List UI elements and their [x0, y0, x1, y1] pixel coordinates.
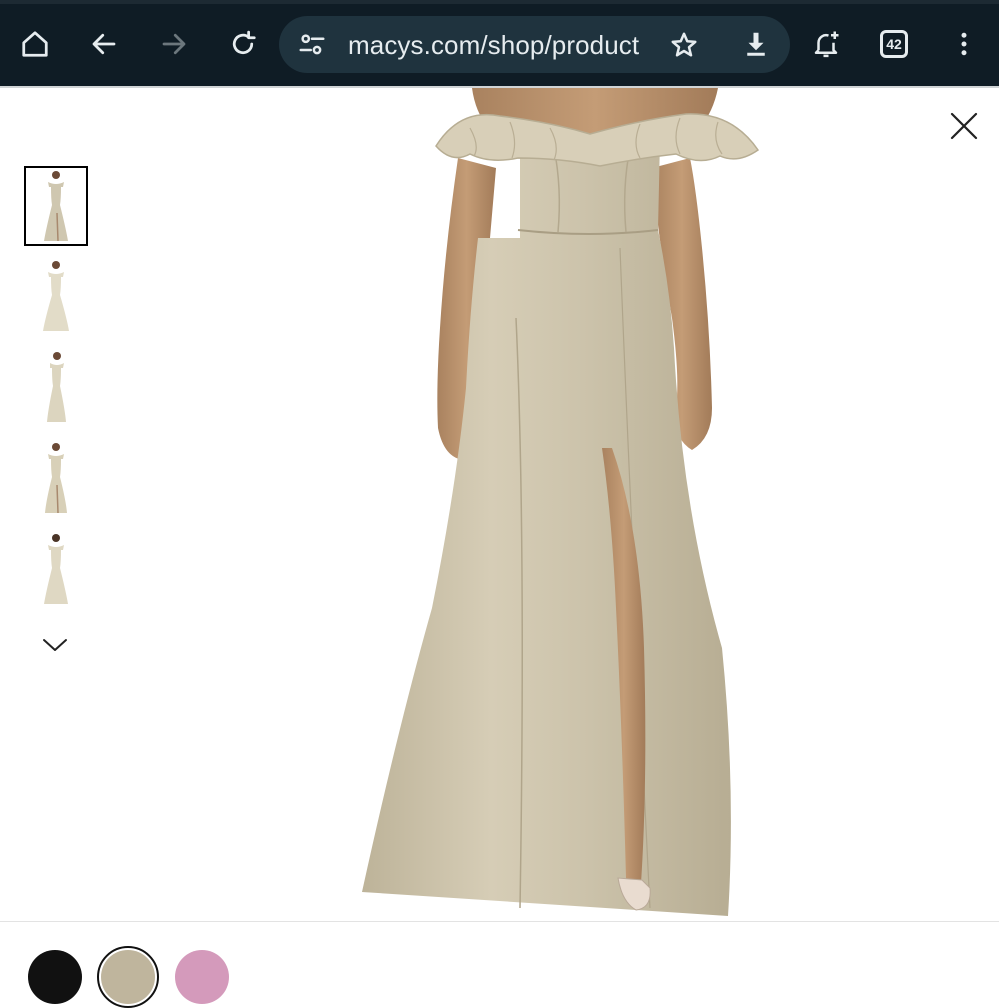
- swatch-black[interactable]: [28, 950, 82, 1004]
- thumbnail-1[interactable]: [24, 166, 88, 246]
- swatch-pink[interactable]: [175, 950, 229, 1004]
- dress-thumbnail-image: [44, 171, 68, 242]
- browser-toolbar: macys.com/shop/product 42: [0, 0, 999, 86]
- swatch-champagne[interactable]: [101, 950, 155, 1004]
- home-icon: [22, 31, 48, 57]
- dress-thumbnail-image: [45, 443, 67, 514]
- dress-thumbnail-image: [47, 352, 66, 422]
- notification-add-icon: [814, 31, 839, 58]
- download-button[interactable]: [734, 22, 778, 66]
- thumbnail-3[interactable]: [24, 347, 88, 427]
- product-image-viewer: [0, 88, 999, 922]
- close-icon[interactable]: [944, 106, 984, 146]
- thumbnail-5[interactable]: [24, 529, 88, 609]
- back-button[interactable]: [82, 22, 126, 66]
- notification-add-button[interactable]: [804, 22, 848, 66]
- dress-thumbnail-image: [43, 261, 69, 331]
- overflow-menu-button[interactable]: [942, 22, 986, 66]
- site-settings-icon[interactable]: [297, 30, 327, 60]
- address-bar[interactable]: macys.com/shop/product: [279, 16, 790, 73]
- color-swatch-row: [0, 922, 999, 1008]
- thumbnail-4[interactable]: [24, 438, 88, 518]
- forward-icon: [162, 33, 186, 55]
- product-main-image: [362, 88, 760, 916]
- tab-count-icon[interactable]: 42: [880, 30, 908, 58]
- forward-button[interactable]: [152, 22, 196, 66]
- thumbnail-2[interactable]: [24, 256, 88, 336]
- chevron-down-icon[interactable]: [40, 633, 70, 657]
- dress-thumbnail-image: [44, 534, 68, 604]
- overflow-menu-icon: [961, 32, 967, 56]
- reload-icon: [232, 30, 256, 55]
- back-icon: [92, 33, 116, 55]
- url-text[interactable]: macys.com/shop/product: [348, 30, 639, 61]
- tab-strip-edge: [0, 0, 999, 4]
- reload-button[interactable]: [221, 22, 265, 66]
- home-button[interactable]: [13, 22, 57, 66]
- download-icon: [747, 32, 765, 56]
- bookmark-star-icon[interactable]: [669, 30, 699, 60]
